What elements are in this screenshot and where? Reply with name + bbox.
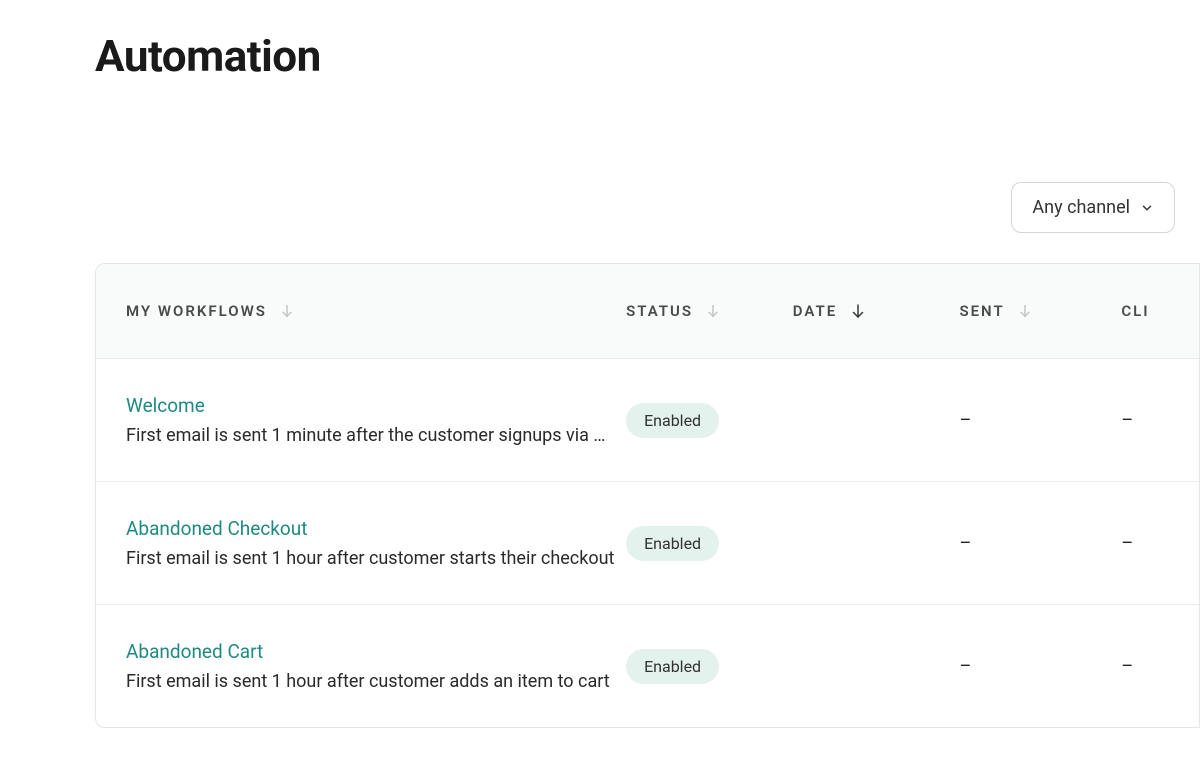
cell-workflows: Abandoned Cart First email is sent 1 hou… — [126, 640, 626, 692]
workflow-name-link[interactable]: Abandoned Cart — [126, 640, 626, 663]
status-badge: Enabled — [626, 526, 719, 561]
cell-sent: – — [959, 533, 1121, 554]
chevron-down-icon — [1140, 201, 1154, 215]
filter-row: Any channel — [95, 182, 1200, 233]
column-header-sent-label: SENT — [959, 302, 1004, 320]
cell-status: Enabled — [626, 526, 793, 561]
cell-click: – — [1121, 656, 1169, 677]
workflow-name-link[interactable]: Welcome — [126, 394, 626, 417]
table-header: MY WORKFLOWS STATUS DATE SENT — [96, 264, 1199, 359]
cell-click: – — [1121, 410, 1169, 431]
column-header-click[interactable]: CLI — [1121, 302, 1169, 320]
status-badge: Enabled — [626, 649, 719, 684]
workflow-description: First email is sent 1 hour after custome… — [126, 671, 621, 692]
column-header-date-label: DATE — [793, 302, 837, 320]
column-header-click-label: CLI — [1121, 302, 1149, 320]
table-row: Abandoned Checkout First email is sent 1… — [96, 482, 1199, 605]
arrow-down-icon — [1017, 303, 1033, 319]
table-row: Abandoned Cart First email is sent 1 hou… — [96, 605, 1199, 727]
status-badge: Enabled — [626, 403, 719, 438]
workflow-description: First email is sent 1 minute after the c… — [126, 425, 621, 446]
channel-filter-dropdown[interactable]: Any channel — [1011, 182, 1175, 233]
workflow-name-link[interactable]: Abandoned Checkout — [126, 517, 626, 540]
column-header-date[interactable]: DATE — [793, 302, 960, 320]
cell-sent: – — [959, 410, 1121, 431]
cell-status: Enabled — [626, 403, 793, 438]
arrow-down-icon — [279, 303, 295, 319]
arrow-down-icon — [705, 303, 721, 319]
workflow-description: First email is sent 1 hour after custome… — [126, 548, 621, 569]
workflows-table: MY WORKFLOWS STATUS DATE SENT — [95, 263, 1200, 728]
cell-sent: – — [959, 656, 1121, 677]
arrow-down-icon — [849, 302, 867, 320]
cell-status: Enabled — [626, 649, 793, 684]
page-title: Automation — [95, 30, 1200, 82]
channel-filter-label: Any channel — [1032, 197, 1130, 218]
cell-workflows: Welcome First email is sent 1 minute aft… — [126, 394, 626, 446]
column-header-status[interactable]: STATUS — [626, 302, 793, 320]
cell-workflows: Abandoned Checkout First email is sent 1… — [126, 517, 626, 569]
column-header-sent[interactable]: SENT — [959, 302, 1121, 320]
cell-click: – — [1121, 533, 1169, 554]
column-header-workflows[interactable]: MY WORKFLOWS — [126, 302, 626, 320]
column-header-status-label: STATUS — [626, 302, 693, 320]
table-row: Welcome First email is sent 1 minute aft… — [96, 359, 1199, 482]
column-header-workflows-label: MY WORKFLOWS — [126, 302, 267, 320]
